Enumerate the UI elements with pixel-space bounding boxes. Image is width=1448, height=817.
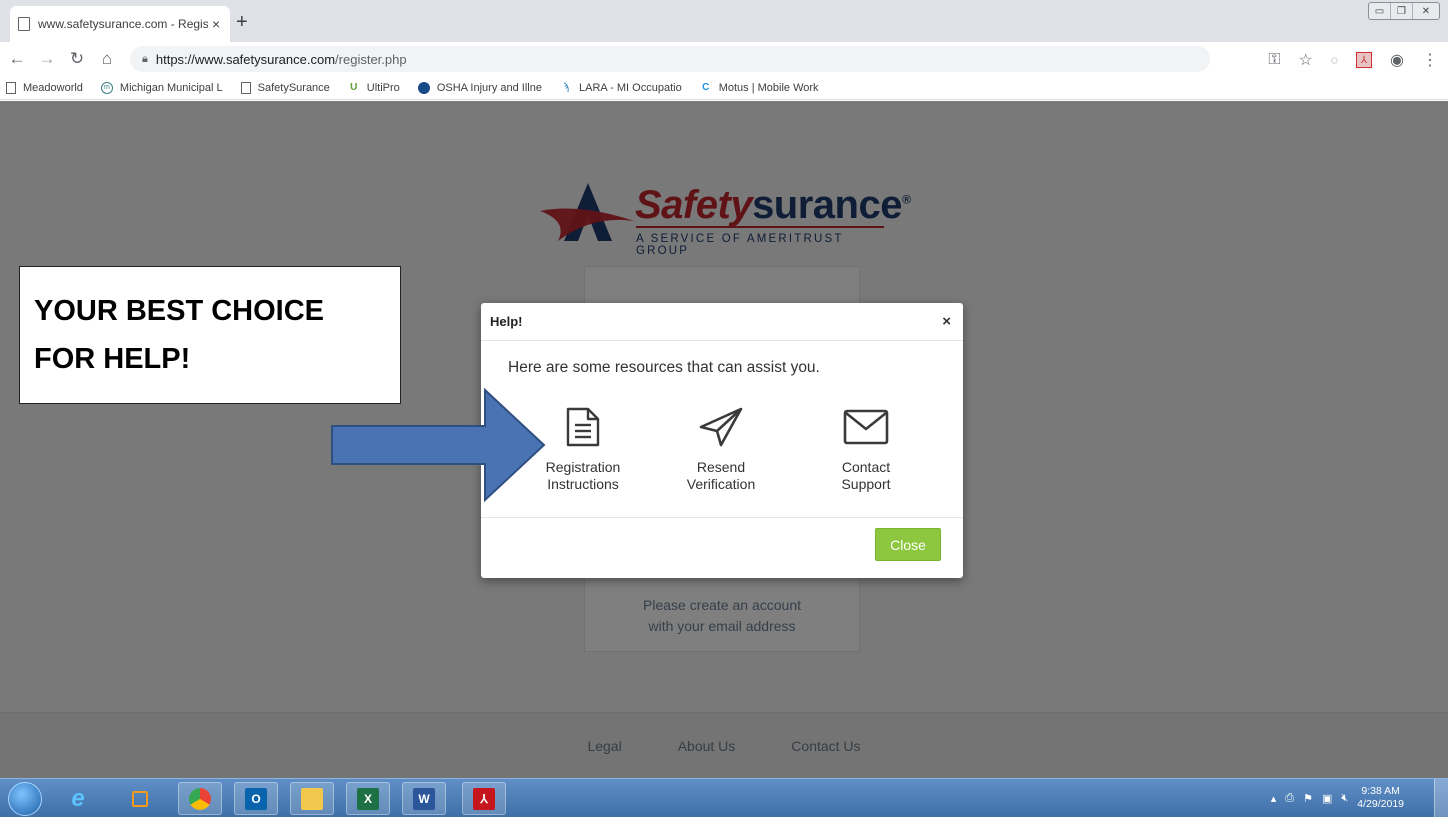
window-controls: ▭ ❐ ✕ bbox=[1368, 2, 1440, 20]
taskbar-chrome[interactable] bbox=[178, 782, 222, 815]
ultipro-icon: U bbox=[350, 82, 358, 93]
envelope-icon bbox=[843, 409, 889, 445]
bookmark-label: UltiPro bbox=[366, 81, 400, 94]
system-tray: ▴ ⎙ ⚑ ▣ 🔇︎ 9:38 AM 4/29/2019 bbox=[1271, 785, 1404, 811]
paper-plane-icon bbox=[699, 407, 743, 447]
acrobat-icon: ⅄ bbox=[473, 787, 495, 810]
motus-icon: C bbox=[702, 82, 710, 93]
bookmark-label: SafetySurance bbox=[257, 81, 330, 94]
osha-icon bbox=[417, 81, 430, 94]
url-path: /register.php bbox=[335, 51, 407, 67]
bookmark-ultipro[interactable]: U UltiPro bbox=[348, 82, 400, 94]
back-button[interactable]: ← bbox=[4, 46, 30, 72]
annotation-callout: YOUR BEST CHOICE FOR HELP! bbox=[19, 266, 401, 404]
folder-icon bbox=[301, 787, 323, 810]
reload-button[interactable]: ↻ bbox=[64, 46, 90, 72]
help-modal: Help! × Here are some resources that can… bbox=[481, 303, 963, 578]
chrome-icon bbox=[189, 787, 211, 810]
modal-body: Here are some resources that can assist … bbox=[481, 341, 963, 518]
bookmark-motus[interactable]: C Motus | Mobile Work bbox=[700, 81, 819, 94]
bookmark-label: OSHA Injury and Illne bbox=[436, 81, 542, 94]
bookmark-label: Michigan Municipal L bbox=[119, 81, 223, 94]
url-host: https://www.safetysurance.com bbox=[155, 51, 336, 67]
forward-button[interactable]: → bbox=[34, 46, 60, 72]
home-button[interactable]: ⌂ bbox=[94, 46, 120, 72]
resource-label: Resend Verification bbox=[666, 459, 776, 493]
bookmarks-bar: Meadoworld m Michigan Municipal L SafetyS… bbox=[0, 76, 1448, 100]
outlook-icon: O bbox=[245, 787, 267, 810]
browser-toolbar: ← → ↻ ⌂ 🔒︎ https://www.safetysurance.com… bbox=[0, 42, 1448, 76]
bookmark-label: LARA - MI Occupatio bbox=[578, 81, 682, 94]
mml-icon: m bbox=[100, 81, 113, 94]
taskbar-acrobat[interactable]: ⅄ bbox=[462, 782, 506, 815]
modal-title: Help! bbox=[490, 314, 523, 329]
network-icon[interactable]: ▣ bbox=[1322, 792, 1332, 805]
word-icon: W bbox=[413, 787, 435, 810]
start-button[interactable] bbox=[8, 782, 42, 816]
taskbar-app[interactable] bbox=[118, 782, 162, 815]
page-icon bbox=[240, 81, 251, 94]
page-icon bbox=[6, 81, 16, 94]
lock-icon: 🔒︎ bbox=[142, 52, 148, 65]
extension-icon[interactable]: ◌ bbox=[1331, 53, 1338, 67]
resource-label-line1: Resend bbox=[696, 459, 746, 475]
bookmark-label: Meadoworld bbox=[23, 81, 83, 94]
volume-muted-icon[interactable]: 🔇︎ bbox=[1341, 792, 1348, 805]
clock-time: 9:38 AM bbox=[1361, 785, 1400, 797]
bookmark-meadoworld[interactable]: Meadoworld bbox=[6, 81, 83, 94]
annotation-arrow-icon bbox=[331, 388, 546, 503]
taskbar: e O X W ⅄ ▴ ⎙ ⚑ ▣ 🔇︎ 9:38 AM 4/29/2019 bbox=[0, 778, 1448, 817]
document-icon bbox=[566, 407, 600, 447]
tray-expand-icon[interactable]: ▴ bbox=[1271, 792, 1277, 805]
modal-intro: Here are some resources that can assist … bbox=[508, 359, 820, 376]
resource-resend-verification[interactable]: Resend Verification bbox=[666, 407, 776, 493]
bookmark-osha[interactable]: OSHA Injury and Illne bbox=[417, 81, 542, 94]
close-window-button[interactable]: ✕ bbox=[1413, 3, 1439, 19]
resource-contact-support[interactable]: Contact Support bbox=[811, 407, 921, 493]
tab-title: www.safetysurance.com - Registe bbox=[38, 17, 208, 31]
bookmark-lara[interactable]: ϡ LARA - MI Occupatio bbox=[560, 82, 682, 94]
show-desktop-button[interactable] bbox=[1434, 779, 1448, 817]
minimize-button[interactable]: ▭ bbox=[1369, 3, 1391, 19]
close-button[interactable]: Close bbox=[875, 528, 941, 561]
resource-label-line2: Support bbox=[841, 476, 891, 492]
restore-button[interactable]: ❐ bbox=[1391, 3, 1413, 19]
modal-footer: Close bbox=[481, 518, 963, 578]
callout-line2: FOR HELP! bbox=[34, 343, 191, 375]
resource-label: Contact Support bbox=[811, 459, 921, 493]
resource-label-line1: Contact bbox=[841, 459, 891, 475]
lara-icon: ϡ bbox=[563, 82, 569, 93]
internet-explorer-icon: e bbox=[71, 784, 85, 812]
bookmark-michigan-municipal[interactable]: m Michigan Municipal L bbox=[100, 81, 223, 94]
resource-label-line2: Verification bbox=[686, 476, 756, 492]
profile-icon[interactable]: ◉ bbox=[1390, 50, 1404, 70]
menu-icon[interactable]: ⋮ bbox=[1422, 50, 1438, 70]
bookmark-star-icon[interactable]: ☆ bbox=[1299, 50, 1313, 70]
browser-tab-strip: www.safetysurance.com - Registe × + ▭ ❐ … bbox=[0, 0, 1448, 42]
bookmark-safetysurance[interactable]: SafetySurance bbox=[240, 81, 330, 94]
browser-tab[interactable]: www.safetysurance.com - Registe × bbox=[10, 6, 230, 42]
modal-header: Help! × bbox=[481, 303, 963, 341]
excel-icon: X bbox=[357, 787, 379, 810]
clock[interactable]: 9:38 AM 4/29/2019 bbox=[1357, 785, 1404, 811]
bookmark-label: Motus | Mobile Work bbox=[718, 81, 819, 94]
address-bar[interactable]: 🔒︎ https://www.safetysurance.com/registe… bbox=[130, 46, 1210, 72]
new-tab-button[interactable]: + bbox=[236, 12, 248, 32]
callout-line1: YOUR BEST CHOICE bbox=[34, 295, 325, 327]
taskbar-ie[interactable]: e bbox=[56, 782, 100, 815]
taskbar-outlook[interactable]: O bbox=[234, 782, 278, 815]
acrobat-extension-icon[interactable]: ⅄ bbox=[1356, 52, 1373, 68]
key-icon[interactable]: ⚿ bbox=[1268, 51, 1280, 69]
tab-close-button[interactable]: × bbox=[212, 16, 220, 32]
flag-icon[interactable]: ⚑ bbox=[1303, 792, 1313, 805]
orange-app-icon bbox=[132, 790, 148, 807]
taskbar-excel[interactable]: X bbox=[346, 782, 390, 815]
clock-date: 4/29/2019 bbox=[1357, 798, 1404, 810]
printer-icon[interactable]: ⎙ bbox=[1285, 792, 1294, 805]
page-icon bbox=[18, 17, 30, 31]
taskbar-word[interactable]: W bbox=[402, 782, 446, 815]
modal-close-icon[interactable]: × bbox=[942, 313, 951, 330]
taskbar-explorer[interactable] bbox=[290, 782, 334, 815]
